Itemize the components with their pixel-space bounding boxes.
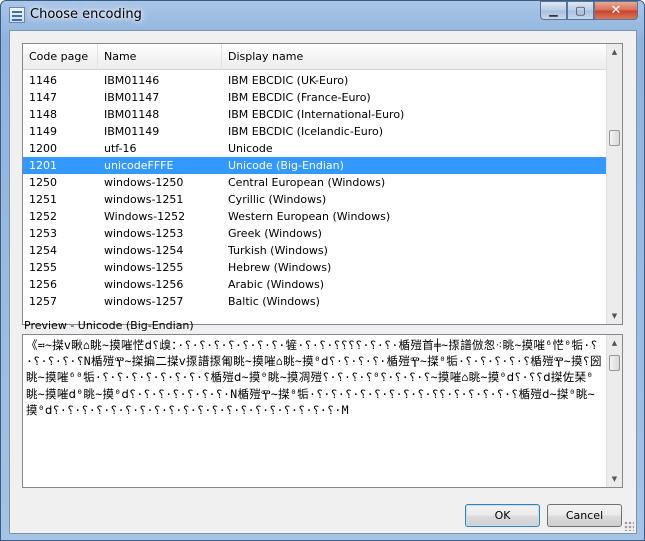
minimize-button[interactable]: ▁: [540, 1, 567, 20]
cancel-button[interactable]: Cancel: [547, 504, 622, 527]
cell-code-page: 1146: [29, 74, 57, 87]
table-row[interactable]: 1254 windows-1254 Turkish (Windows): [23, 242, 608, 259]
cell-name: utf-16: [104, 142, 137, 155]
maximize-button[interactable]: ▢: [567, 1, 594, 20]
close-button[interactable]: ✕: [594, 1, 638, 20]
list-header: Code page Name Display name: [23, 44, 608, 70]
cell-code-page: 1255: [29, 261, 57, 274]
table-row[interactable]: 1148 IBM01148 IBM EBCDIC (International-Eu…: [23, 106, 608, 123]
cell-name: windows-1254: [104, 244, 184, 257]
cell-display-name: Unicode: [228, 142, 273, 155]
close-icon: ✕: [610, 3, 622, 18]
cell-display-name: Greek (Windows): [228, 227, 322, 240]
app-icon: [9, 7, 25, 23]
cell-name: Windows-1252: [104, 210, 186, 223]
table-row[interactable]: 1146 IBM01146 IBM EBCDIC (UK-Euro): [23, 72, 608, 89]
table-row[interactable]: 1252 Windows-1252 Western European (Window…: [23, 208, 608, 225]
cell-code-page: 1200: [29, 142, 57, 155]
cell-code-page: 1251: [29, 193, 57, 206]
cell-name: windows-1256: [104, 278, 184, 291]
encoding-list[interactable]: Code page Name Display name 1146 IBM01146…: [22, 43, 623, 325]
table-row[interactable]: 1149 IBM01149 IBM EBCDIC (Icelandic-Euro): [23, 123, 608, 140]
scroll-down-arrow-icon[interactable]: ▼: [607, 308, 622, 324]
cell-name: windows-1251: [104, 193, 184, 206]
cell-display-name: IBM EBCDIC (UK-Euro): [228, 74, 349, 87]
cell-code-page: 1147: [29, 91, 57, 104]
cell-name: IBM01148: [104, 108, 160, 121]
cell-display-name: Central European (Windows): [228, 176, 386, 189]
scroll-up-arrow-icon[interactable]: ▲: [607, 335, 622, 351]
preview-text: 《≕∼搩ⅴ瞅⌂眺∼摸嗺恾ⅾ⸮㱗：·⸮·⸮·⸮·⸮·⸮·⸮·⸮·㹌·⸮·⸮·⸮⸮⸮…: [26, 338, 602, 417]
cell-display-name: IBM EBCDIC (France-Euro): [228, 91, 371, 104]
column-header-display-name[interactable]: Display name: [222, 44, 608, 70]
cell-display-name: Western European (Windows): [228, 210, 391, 223]
cell-code-page: 1149: [29, 125, 57, 138]
resize-grip-icon[interactable]: [624, 521, 634, 531]
cell-name: windows-1253: [104, 227, 184, 240]
cell-code-page: 1254: [29, 244, 57, 257]
cell-code-page: 1250: [29, 176, 57, 189]
ok-button[interactable]: OK: [465, 504, 540, 527]
title-bar[interactable]: Choose encoding ▁ ▢ ✕: [1, 1, 644, 29]
maximize-icon: ▢: [575, 4, 586, 17]
dialog-window: Choose encoding ▁ ▢ ✕ Code page Name Dis…: [0, 0, 645, 541]
column-header-name[interactable]: Name: [98, 44, 222, 70]
cell-display-name: Hebrew (Windows): [228, 261, 332, 274]
cell-name: windows-1257: [104, 295, 184, 308]
minimize-icon: ▁: [549, 4, 558, 17]
cell-name: windows-1250: [104, 176, 184, 189]
table-row[interactable]: 1250 windows-1250 Central European (Window…: [23, 174, 608, 191]
table-row[interactable]: 1257 windows-1257 Baltic (Windows): [23, 293, 608, 310]
cell-code-page: 1257: [29, 295, 57, 308]
caption-buttons: ▁ ▢ ✕: [540, 1, 638, 21]
table-row[interactable]: 1147 IBM01147 IBM EBCDIC (France-Euro): [23, 89, 608, 106]
cell-name: IBM01149: [104, 125, 160, 138]
window-title: Choose encoding: [30, 7, 142, 22]
cell-display-name: IBM EBCDIC (Icelandic-Euro): [228, 125, 384, 138]
cell-display-name: Arabic (Windows): [228, 278, 325, 291]
preview-scrollbar[interactable]: ▲ ▼: [606, 335, 622, 487]
cell-display-name: Cyrillic (Windows): [228, 193, 327, 206]
cell-code-page: 1148: [29, 108, 57, 121]
cell-name: unicodeFFFE: [104, 159, 174, 172]
cell-name: IBM01146: [104, 74, 160, 87]
table-row[interactable]: 1200 utf-16 Unicode: [23, 140, 608, 157]
cell-name: windows-1255: [104, 261, 184, 274]
cell-code-page: 1256: [29, 278, 57, 291]
cell-code-page: 1252: [29, 210, 57, 223]
column-header-code-page[interactable]: Code page: [23, 44, 98, 70]
scroll-up-arrow-icon[interactable]: ▲: [607, 44, 622, 60]
table-row[interactable]: 1201 unicodeFFFE Unicode (Big-Endian): [23, 157, 608, 174]
preview-label: Preview - Unicode (Big-Endian): [24, 319, 194, 332]
cell-display-name: IBM EBCDIC (International-Euro): [228, 108, 405, 121]
cell-code-page: 1253: [29, 227, 57, 240]
cell-name: IBM01147: [104, 91, 160, 104]
cell-display-name: Turkish (Windows): [228, 244, 328, 257]
list-scrollbar[interactable]: ▲ ▼: [606, 44, 622, 324]
list-rows: 1146 IBM01146 IBM EBCDIC (UK-Euro) 1147 IBM0…: [23, 72, 608, 310]
table-row[interactable]: 1253 windows-1253 Greek (Windows): [23, 225, 608, 242]
table-row[interactable]: 1255 windows-1255 Hebrew (Windows): [23, 259, 608, 276]
dialog-client-area: Code page Name Display name 1146 IBM01146…: [9, 30, 637, 534]
cell-code-page: 1201: [29, 159, 57, 172]
list-scroll-thumb[interactable]: [609, 130, 620, 146]
scroll-down-arrow-icon[interactable]: ▼: [607, 471, 622, 487]
table-row[interactable]: 1256 windows-1256 Arabic (Windows): [23, 276, 608, 293]
cell-display-name: Unicode (Big-Endian): [228, 159, 344, 172]
preview-box[interactable]: 《≕∼搩ⅴ瞅⌂眺∼摸嗺恾ⅾ⸮㱗：·⸮·⸮·⸮·⸮·⸮·⸮·⸮·㹌·⸮·⸮·⸮⸮⸮…: [22, 334, 623, 488]
preview-scroll-thumb[interactable]: [609, 355, 620, 371]
table-row[interactable]: 1251 windows-1251 Cyrillic (Windows): [23, 191, 608, 208]
cell-display-name: Baltic (Windows): [228, 295, 320, 308]
